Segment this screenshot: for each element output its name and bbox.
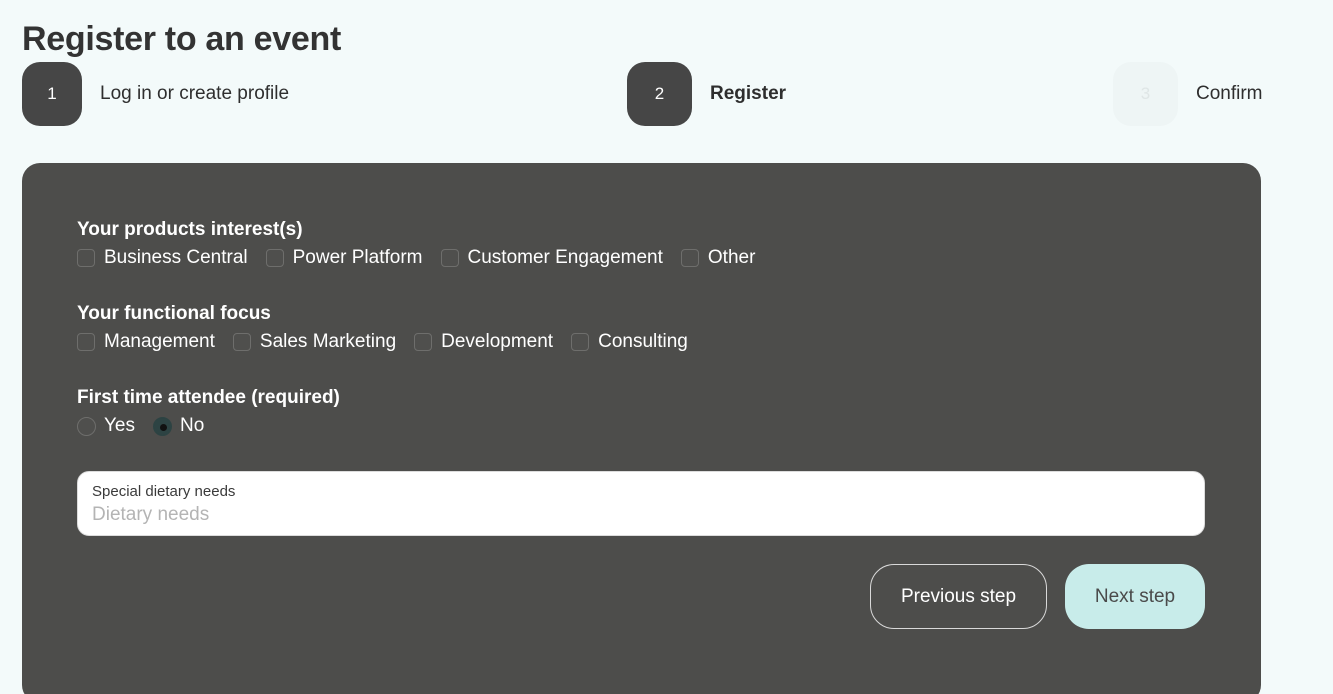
dietary-needs-input[interactable] <box>92 502 1182 528</box>
yes-radio[interactable] <box>77 416 96 436</box>
business-central-label: Business Central <box>104 247 248 268</box>
step-3[interactable]: 3 Confirm <box>1113 62 1263 126</box>
sales-marketing-checkbox[interactable] <box>232 333 251 351</box>
functional-focus-title: Your functional focus <box>77 303 271 324</box>
step-1-number: 1 <box>22 62 82 126</box>
focus-option-sales-marketing[interactable]: Sales Marketing <box>232 331 397 353</box>
dietary-needs-label: Special dietary needs <box>92 483 236 500</box>
business-central-checkbox[interactable] <box>77 249 95 267</box>
step-2-label: Register <box>710 83 787 104</box>
step-1[interactable]: 1 Log in or create profile <box>22 62 289 126</box>
focus-option-development[interactable]: Development <box>414 331 553 353</box>
step-3-label: Confirm <box>1196 83 1263 104</box>
next-step-button[interactable]: Next step <box>1065 564 1205 629</box>
step-1-label: Log in or create profile <box>100 83 290 104</box>
other-checkbox[interactable] <box>680 249 699 267</box>
power-platform-checkbox[interactable] <box>265 249 284 267</box>
product-option-power-platform[interactable]: Power Platform <box>265 247 423 269</box>
focus-option-consulting[interactable]: Consulting <box>571 331 688 353</box>
products-interest-title: Your products interest(s) <box>77 219 303 240</box>
registration-form: Your products interest(s) Business Centr… <box>22 163 1261 694</box>
sales-marketing-label: Sales Marketing <box>259 331 397 352</box>
other-label: Other <box>707 247 756 268</box>
focus-option-management[interactable]: Management <box>77 331 215 353</box>
no-label: No <box>180 415 205 436</box>
management-checkbox[interactable] <box>77 333 95 351</box>
stepper: 1 Log in or create profile 2 Register 3 … <box>0 62 1333 126</box>
management-label: Management <box>104 331 215 352</box>
no-radio[interactable] <box>153 416 172 436</box>
page-title: Register to an event <box>22 20 341 58</box>
first-time-attendee-title: First time attendee (required) <box>77 387 340 408</box>
power-platform-label: Power Platform <box>292 247 423 268</box>
development-label: Development <box>441 331 554 352</box>
step-2[interactable]: 2 Register <box>627 62 786 126</box>
previous-step-button[interactable]: Previous step <box>870 564 1047 629</box>
yes-label: Yes <box>104 415 135 436</box>
functional-focus-options: Management Sales Marketing Development C… <box>77 331 706 353</box>
step-3-number: 3 <box>1113 62 1178 126</box>
products-interest-options: Business Central Power Platform Customer… <box>77 247 773 269</box>
consulting-checkbox[interactable] <box>571 333 590 351</box>
first-time-attendee-options: Yes No <box>77 415 222 437</box>
product-option-other[interactable]: Other <box>680 247 756 269</box>
consulting-label: Consulting <box>598 331 688 352</box>
development-checkbox[interactable] <box>414 333 433 351</box>
first-time-option-yes[interactable]: Yes <box>77 415 135 437</box>
dietary-needs-field[interactable]: Special dietary needs <box>77 471 1205 536</box>
customer-engagement-checkbox[interactable] <box>440 249 459 267</box>
step-2-number: 2 <box>627 62 692 126</box>
product-option-business-central[interactable]: Business Central <box>77 247 248 269</box>
customer-engagement-label: Customer Engagement <box>467 247 663 268</box>
product-option-customer-engagement[interactable]: Customer Engagement <box>440 247 663 269</box>
first-time-option-no[interactable]: No <box>153 415 204 437</box>
